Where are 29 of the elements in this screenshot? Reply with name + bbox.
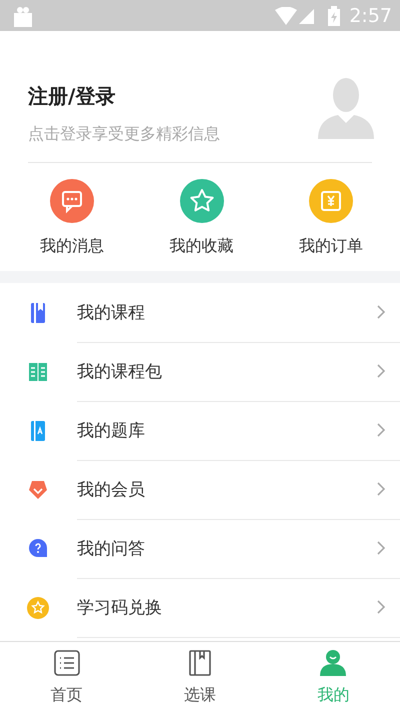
menu-item[interactable]: 我的课程 — [77, 300, 376, 324]
chevron-right-icon — [376, 481, 386, 497]
message-badge-icon[interactable] — [50, 179, 94, 223]
wifi-icon — [275, 6, 298, 24]
chevron-right-icon — [376, 363, 386, 379]
shopping-bag-icon — [12, 4, 34, 26]
tab[interactable]: 选课 — [133, 642, 267, 711]
signal-icon — [297, 6, 316, 24]
menu-item[interactable]: 我的题库 — [77, 418, 376, 442]
login-hint: 点击登录享受更多精彩信息 — [28, 124, 221, 144]
chevron-right-icon — [376, 599, 386, 615]
list-icon — [52, 649, 81, 677]
tab[interactable]: 首页 — [0, 642, 134, 711]
star-badge-icon — [27, 596, 49, 620]
login-title[interactable]: 注册/登录 — [28, 82, 316, 110]
menu-item[interactable]: 学习码兑换 — [77, 596, 376, 618]
battery-icon — [327, 6, 342, 26]
shortcut-label[interactable]: 我的消息 — [40, 236, 104, 257]
shortcut-label[interactable]: 我的订单 — [299, 236, 363, 257]
menu-item[interactable]: 我的会员 — [77, 478, 376, 500]
star-badge-icon[interactable] — [180, 179, 224, 223]
chevron-right-icon — [376, 422, 386, 438]
order-badge-icon[interactable] — [309, 179, 353, 223]
shortcut-label[interactable]: 我的收藏 — [170, 236, 234, 257]
person-icon — [319, 649, 348, 677]
menu-item[interactable]: 我的课程包 — [77, 360, 376, 382]
chevron-right-icon — [376, 304, 386, 320]
menu-item[interactable]: 我的问答 — [77, 536, 376, 560]
chevron-right-icon — [376, 540, 386, 556]
